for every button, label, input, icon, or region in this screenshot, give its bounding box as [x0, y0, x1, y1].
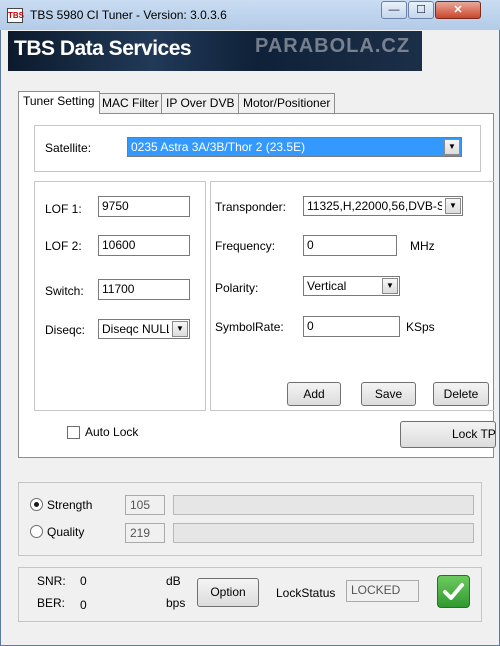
diseqc-label: Diseqc:	[45, 323, 86, 337]
tab-tuner-setting[interactable]: Tuner Setting	[18, 91, 100, 114]
transponder-select[interactable]: 11325,H,22000,56,DVB-S,QPSK ▼	[303, 196, 463, 216]
main-window: TBS TBS 5980 CI Tuner - Version: 3.0.3.6…	[0, 0, 500, 646]
diseqc-value: Diseqc NULL	[102, 322, 169, 336]
checkmark-glyph	[443, 583, 464, 600]
switch-label: Switch:	[45, 284, 84, 298]
tab-mac-filter[interactable]: MAC Filter	[97, 93, 164, 113]
symbolrate-input[interactable]: 0	[303, 316, 400, 337]
quality-bar	[173, 523, 474, 543]
strength-radio[interactable]	[30, 498, 43, 511]
polarity-select[interactable]: Vertical ▼	[303, 276, 400, 296]
minimize-button[interactable]: —	[381, 1, 407, 19]
satellite-label: Satellite:	[45, 141, 92, 155]
diseqc-select[interactable]: Diseqc NULL ▼	[98, 319, 190, 339]
save-button[interactable]: Save	[361, 382, 416, 406]
polarity-value: Vertical	[307, 279, 347, 293]
lof2-input[interactable]: 10600	[98, 235, 190, 256]
banner-title: TBS Data Services	[14, 37, 192, 60]
ber-value: 0	[80, 598, 87, 612]
transponder-value: 11325,H,22000,56,DVB-S,QPSK	[307, 199, 442, 213]
chevron-down-icon: ▼	[172, 321, 188, 337]
lof2-label: LOF 2:	[45, 239, 82, 253]
quality-value: 219	[125, 523, 165, 543]
watermark: PARABOLA.CZ	[255, 35, 411, 57]
chevron-down-icon: ▼	[445, 198, 461, 214]
snr-unit: dB	[166, 574, 181, 588]
maximize-button[interactable]: ☐	[408, 1, 434, 19]
auto-lock-label: Auto Lock	[85, 425, 139, 439]
option-button[interactable]: Option	[197, 578, 259, 607]
frequency-label: Frequency:	[215, 239, 276, 253]
strength-bar	[173, 495, 474, 515]
tab-motor-positioner[interactable]: Motor/Positioner	[238, 93, 336, 113]
symbolrate-unit: KSps	[406, 320, 435, 334]
satellite-value: 0235 Astra 3A/3B/Thor 2 (23.5E)	[131, 140, 306, 154]
lof1-input[interactable]: 9750	[98, 196, 190, 217]
frequency-input[interactable]: 0	[303, 235, 397, 256]
lockstatus-value: LOCKED	[346, 580, 419, 602]
polarity-label: Polarity:	[215, 281, 259, 295]
signal-group	[18, 482, 482, 556]
lockstatus-label: LockStatus	[276, 586, 336, 600]
frequency-unit: MHz	[410, 239, 435, 253]
switch-input[interactable]: 11700	[98, 279, 190, 300]
window-title: TBS 5980 CI Tuner - Version: 3.0.3.6	[30, 8, 227, 22]
lof1-label: LOF 1:	[45, 202, 82, 216]
snr-label: SNR:	[37, 574, 66, 588]
quality-label: Quality	[47, 525, 85, 539]
app-icon: TBS	[7, 8, 24, 23]
ber-unit: bps	[166, 596, 186, 610]
checkmark-icon	[437, 575, 470, 608]
tab-ip-over-dvb[interactable]: IP Over DVB	[161, 93, 240, 113]
lock-tp-button[interactable]: Lock TP	[400, 421, 496, 448]
title-bar: TBS TBS 5980 CI Tuner - Version: 3.0.3.6…	[0, 0, 500, 30]
add-button[interactable]: Add	[287, 382, 341, 406]
quality-radio[interactable]	[30, 525, 43, 538]
symbolrate-label: SymbolRate:	[215, 320, 284, 334]
close-button[interactable]: ✕	[435, 1, 481, 19]
auto-lock-checkbox[interactable]	[67, 426, 80, 439]
delete-button[interactable]: Delete	[433, 382, 489, 406]
snr-value: 0	[80, 574, 87, 588]
chevron-down-icon: ▼	[382, 278, 398, 294]
satellite-select[interactable]: 0235 Astra 3A/3B/Thor 2 (23.5E) ▼	[127, 137, 462, 157]
chevron-down-icon: ▼	[444, 139, 460, 155]
strength-label: Strength	[47, 498, 93, 512]
strength-value: 105	[125, 495, 165, 515]
transponder-label: Transponder:	[215, 200, 286, 214]
ber-label: BER:	[37, 596, 66, 610]
